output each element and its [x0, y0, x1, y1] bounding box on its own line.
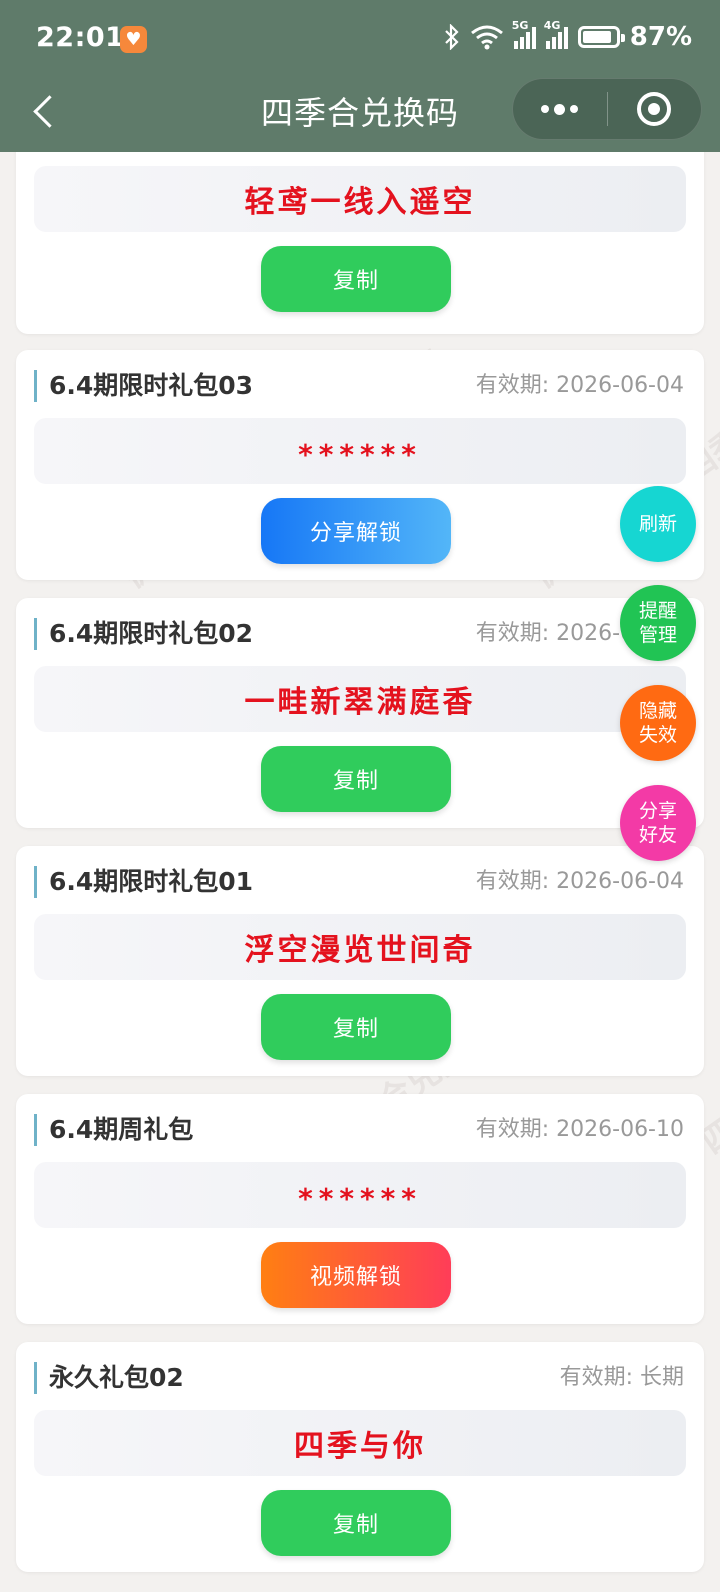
share-unlock-button[interactable]: 分享解锁	[261, 498, 451, 564]
status-bar: 22:01 ♥ 5G 4G 87%	[0, 0, 720, 78]
card-expiry: 有效期: 长期	[559, 1365, 684, 1390]
redeem-code: 浮空漫览世间奇	[34, 914, 686, 980]
code-card: 6.4期限时礼包03 有效期: 2026-06-04 ****** 分享解锁	[16, 350, 704, 580]
card-header: 6.4期限时礼包01 有效期: 2026-06-04	[34, 866, 686, 898]
close-miniprogram-button[interactable]	[608, 79, 702, 139]
card-header: 永久礼包02 有效期: 长期	[34, 1362, 686, 1394]
redeem-code: 四季与你	[34, 1410, 686, 1476]
bluetooth-icon	[444, 24, 459, 50]
card-title: 6.4期周礼包	[34, 1114, 193, 1146]
target-icon	[637, 92, 672, 126]
card-title: 6.4期限时礼包03	[34, 370, 253, 402]
redeem-code-masked: ******	[34, 418, 686, 484]
reminder-manage-button[interactable]: 提醒 管理	[620, 585, 696, 661]
signal-5g-label: 5G	[511, 19, 529, 32]
signal-4g-icon: 4G	[544, 19, 568, 49]
share-friends-button[interactable]: 分享 好友	[620, 785, 696, 861]
card-header: 6.4期限时礼包03 有效期: 2026-06-04	[34, 370, 686, 402]
card-expiry: 有效期: 2026-06-04	[475, 373, 684, 398]
code-card: 6.4期周礼包 有效期: 2026-06-10 ****** 视频解锁	[16, 1094, 704, 1324]
code-card: 6.4期限时礼包01 有效期: 2026-06-04 浮空漫览世间奇 复制	[16, 846, 704, 1076]
code-list[interactable]: 微信小程序 四季合兑换码 微信小程序 四季合兑换码 微信小程序 四季合兑换码 微…	[0, 152, 720, 1592]
redeem-code: 一畦新翠满庭香	[34, 666, 686, 732]
status-icons: 5G 4G 87%	[444, 19, 692, 52]
more-options-button[interactable]	[513, 79, 607, 139]
redeem-code-masked: ******	[34, 1162, 686, 1228]
hide-expired-button[interactable]: 隐藏 失效	[620, 685, 696, 761]
code-card: 轻鸢一线入遥空 复制	[16, 152, 704, 334]
code-card: 6.4期限时礼包02 有效期: 2026-06-04 一畦新翠满庭香 复制	[16, 598, 704, 828]
card-title: 永久礼包02	[34, 1362, 184, 1394]
copy-button[interactable]: 复制	[261, 246, 451, 312]
card-expiry: 有效期: 2026-06-04	[475, 869, 684, 894]
redeem-code: 轻鸢一线入遥空	[34, 166, 686, 232]
top-bar: 22:01 ♥ 5G 4G 87% 四季合兑换码	[0, 0, 720, 152]
card-expiry: 有效期: 2026-06-10	[475, 1117, 684, 1142]
refresh-button[interactable]: 刷新	[620, 486, 696, 562]
video-unlock-button[interactable]: 视频解锁	[261, 1242, 451, 1308]
copy-button[interactable]: 复制	[261, 994, 451, 1060]
miniprogram-capsule	[512, 78, 702, 140]
battery-icon	[577, 26, 625, 48]
app-notification-icon: ♥	[120, 26, 147, 53]
battery-percent: 87%	[629, 22, 692, 52]
card-title: 6.4期限时礼包02	[34, 618, 253, 650]
card-header: 6.4期限时礼包02 有效期: 2026-06-04	[34, 618, 686, 650]
card-header: 6.4期周礼包 有效期: 2026-06-10	[34, 1114, 686, 1146]
wifi-icon	[470, 25, 503, 50]
copy-button[interactable]: 复制	[261, 1490, 451, 1556]
copy-button[interactable]: 复制	[261, 746, 451, 812]
signal-5g-icon: 5G	[512, 19, 536, 49]
status-time: 22:01	[36, 22, 125, 53]
card-title: 6.4期限时礼包01	[34, 866, 253, 898]
signal-4g-label: 4G	[543, 19, 561, 32]
navigation-bar: 四季合兑换码	[0, 78, 720, 152]
code-card: 永久礼包02 有效期: 长期 四季与你 复制	[16, 1342, 704, 1572]
